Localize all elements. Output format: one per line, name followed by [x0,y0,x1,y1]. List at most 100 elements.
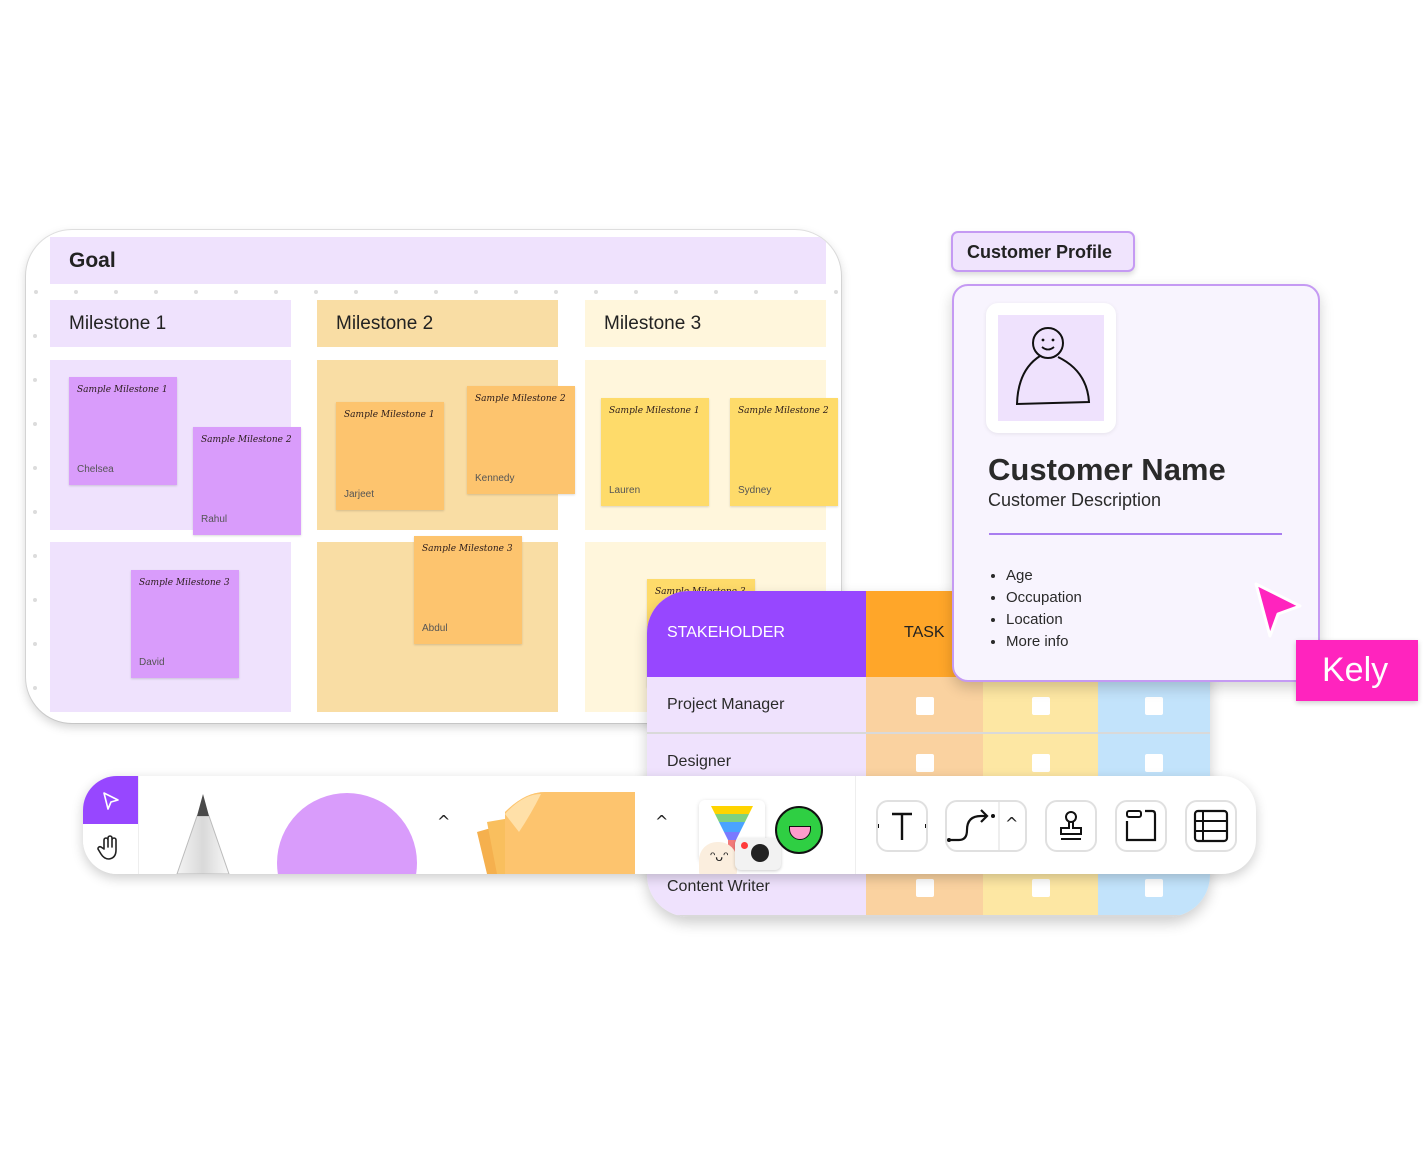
customer-profile-tag-label: Customer Profile [967,242,1113,262]
task-checkbox[interactable] [1145,879,1163,897]
sticky-note-tool[interactable] [475,792,637,874]
header-stakeholder-label: STAKEHOLDER [667,624,785,641]
divider [855,776,856,874]
header-stakeholder[interactable]: STAKEHOLDER [647,591,866,677]
sticky-title: Sample Milestone 2 [738,406,829,416]
customer-field: Location [1006,609,1082,631]
collaborator-name: Kely [1322,651,1389,689]
grid-dot [33,686,37,690]
grid-dot [514,290,518,294]
task-checkbox[interactable] [915,697,934,715]
grid-dot [33,554,37,558]
sticky-author: Kennedy [475,473,515,484]
task-checkbox[interactable] [1031,879,1050,897]
stakeholder-name: Project Manager [667,696,785,713]
customer-field: Occupation [1006,587,1082,609]
grid-dot [33,510,37,514]
collaborator-cursor-label: Kely [1296,640,1418,701]
hand-tool-button[interactable] [83,824,138,874]
goal-label: Goal [69,249,116,272]
task-cell[interactable] [866,677,983,734]
milestone-header-2[interactable]: Milestone 2 [317,300,558,347]
stakeholder-name: Content Writer [667,878,770,895]
frame-tool-button[interactable] [1115,800,1167,852]
grid-dot [354,290,358,294]
milestone-label: Milestone 3 [604,313,702,334]
sticky-note[interactable]: Sample Milestone 1 Lauren [601,398,709,506]
grid-dot [474,290,478,294]
sticky-author: Jarjeet [344,489,375,500]
sticky-note[interactable]: Sample Milestone 3 David [131,570,239,678]
grid-dot [33,642,37,646]
task-checkbox[interactable] [1145,754,1163,772]
sticky-note[interactable]: Sample Milestone 1 Chelsea [69,377,177,485]
sticky-note[interactable]: Sample Milestone 3 Abdul [414,536,522,644]
task-cell[interactable] [983,677,1098,734]
task-checkbox[interactable] [1031,754,1050,772]
grid-dot [674,290,678,294]
avatar-background [998,315,1104,421]
grid-dot [314,290,318,294]
grid-dot [114,290,118,294]
sticky-author: Chelsea [77,464,114,475]
customer-field: More info [1006,631,1082,653]
sticky-title: Sample Milestone 2 [475,394,566,404]
grid-dot [74,290,78,294]
person-icon [1015,327,1091,406]
goal-header[interactable]: Goal [50,237,826,284]
divider [989,533,1282,535]
grid-dot [33,598,37,602]
customer-field: Age [1006,565,1082,587]
sticky-author: David [139,657,165,668]
sticky-author: Abdul [422,623,448,634]
sticky-note[interactable]: Sample Milestone 2 Sydney [730,398,838,506]
grid-dot [714,290,718,294]
grid-dot [834,290,838,294]
grid-dot [634,290,638,294]
sticky-title: Sample Milestone 3 [139,578,230,588]
task-checkbox[interactable] [1031,697,1050,715]
text-tool-button[interactable] [875,800,929,852]
grid-dot [794,290,798,294]
grid-dot [33,466,37,470]
pointer-icon [103,792,119,810]
task-checkbox[interactable] [915,754,934,772]
stakeholder-cell: Project Manager [647,677,866,734]
table-tool-button[interactable] [1185,800,1237,852]
milestone-header-3[interactable]: Milestone 3 [585,300,826,347]
milestone-label: Milestone 1 [69,313,167,334]
character-sticker: ᵔᴗᵔ [699,842,737,874]
milestone-label: Milestone 2 [336,313,434,334]
sticky-options-chevron-up-icon[interactable]: ^ [655,812,668,831]
grid-dot [594,290,598,294]
milestone-header-1[interactable]: Milestone 1 [50,300,291,347]
sticky-title: Sample Milestone 2 [201,435,292,445]
connector-options-chevron-up-icon[interactable]: ^ [1005,814,1018,833]
grid-dot [33,422,37,426]
pen-tool[interactable] [175,790,231,874]
stamp-tool-button[interactable] [1045,800,1097,852]
shape-tool[interactable] [277,793,417,874]
task-checkbox[interactable] [915,879,934,897]
customer-fields-list: Age Occupation Location More info [988,565,1082,653]
table-icon [1193,809,1229,843]
sticky-author: Lauren [609,485,641,496]
text-icon [875,812,929,840]
sticky-note[interactable]: Sample Milestone 1 Jarjeet [336,402,444,510]
sticky-title: Sample Milestone 1 [609,406,700,416]
connector-tool-button[interactable]: ^ [945,800,1027,852]
shape-options-chevron-up-icon[interactable]: ^ [437,812,450,831]
customer-name: Customer Name [988,452,1226,487]
grid-dot [33,334,37,338]
customer-profile-tag[interactable]: Customer Profile [951,231,1135,272]
sticky-note[interactable]: Sample Milestone 2 Rahul [193,427,301,535]
templates-tool[interactable]: ᵔᴗᵔ [695,794,827,874]
sticky-author: Rahul [201,514,228,525]
sticky-note[interactable]: Sample Milestone 2 Kennedy [467,386,575,494]
frame-icon [1125,809,1157,842]
stamp-icon [1060,811,1082,840]
cursor-pointer-icon [1254,582,1302,638]
task-cell[interactable] [1098,677,1210,734]
task-checkbox[interactable] [1145,697,1163,715]
select-tool-button[interactable] [83,776,138,824]
